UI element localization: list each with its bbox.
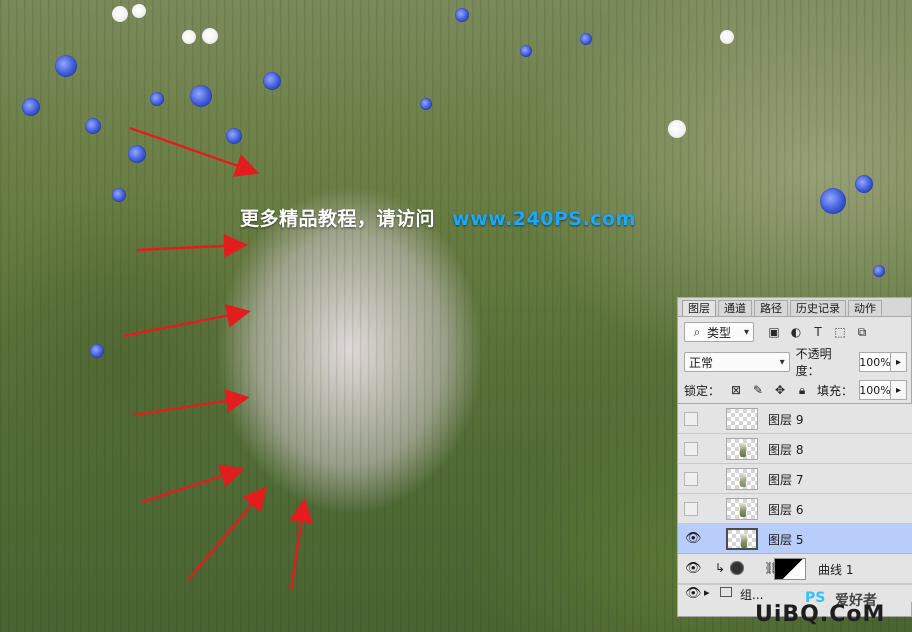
folder-icon xyxy=(720,587,732,597)
layer-name: 图层 8 xyxy=(768,443,804,457)
search-icon: ⌕ xyxy=(693,325,701,339)
chevron-down-icon: ▾ xyxy=(779,356,785,368)
layer-row-selected[interactable]: 👁︎ 图层 5 xyxy=(678,524,912,554)
layer-thumbnail xyxy=(726,438,758,460)
opacity-label: 不透明度： xyxy=(795,347,832,378)
layer-filter-row: ⌕ 类型 ▾ ▣ ◐ T ⬚ ⧉ xyxy=(678,317,912,347)
tab-paths[interactable]: 路径 xyxy=(754,300,788,316)
blend-mode-value: 正常 xyxy=(689,355,714,370)
layers-list: 图层 9 图层 8 图层 7 图层 6 👁︎ 图层 5 👁︎ ↳ ⛓︎ 曲线 1… xyxy=(678,403,912,618)
opacity-field[interactable]: 100% xyxy=(859,352,891,372)
cornflower xyxy=(580,33,592,45)
lock-image-icon[interactable]: ✎ xyxy=(750,382,766,398)
tab-history[interactable]: 历史记录 xyxy=(790,300,846,316)
layer-thumbnail xyxy=(726,468,758,490)
cornflower xyxy=(873,265,885,277)
fill-control[interactable]: 100% ▸ xyxy=(859,380,907,400)
eye-icon[interactable]: 👁︎ xyxy=(685,561,702,577)
white-flower xyxy=(132,4,146,18)
layer-name: 曲线 1 xyxy=(818,563,854,577)
fill-field[interactable]: 100% xyxy=(859,380,891,400)
white-flower xyxy=(202,28,218,44)
watermark-text: 更多精品教程，请访问 xyxy=(240,208,436,230)
visibility-toggle[interactable] xyxy=(684,472,698,486)
visibility-toggle[interactable] xyxy=(684,412,698,426)
white-flower xyxy=(182,30,196,44)
white-flower xyxy=(112,6,128,22)
layer-name: 图层 5 xyxy=(768,533,804,547)
opacity-control[interactable]: 100% ▸ xyxy=(859,352,907,372)
curves-icon xyxy=(730,561,744,575)
clipping-icon: ↳ xyxy=(715,561,726,575)
expand-arrow-icon[interactable]: ▸ xyxy=(704,586,710,599)
cornflower xyxy=(112,188,126,202)
cornflower xyxy=(90,344,104,358)
layer-thumbnail xyxy=(726,528,758,550)
layer-filter-select[interactable]: ⌕ 类型 ▾ xyxy=(684,322,754,342)
layer-row[interactable]: 图层 6 xyxy=(678,494,912,524)
layer-filter-label: 类型 xyxy=(707,325,732,340)
tab-layers[interactable]: 图层 xyxy=(682,300,716,316)
layer-thumbnail xyxy=(726,408,758,430)
image-filter-icon[interactable]: ▣ xyxy=(766,324,782,340)
lock-label: 锁定： xyxy=(684,383,721,398)
cornflower xyxy=(520,45,532,57)
lock-all-icon[interactable]: 🔒︎ xyxy=(794,382,810,398)
layer-row[interactable]: 图层 8 xyxy=(678,434,912,464)
eye-icon[interactable]: 👁︎ xyxy=(685,586,702,602)
panel-tabs: 图层 通道 路径 历史记录 动作 xyxy=(678,298,911,317)
lock-position-icon[interactable]: ✥ xyxy=(772,382,788,398)
lock-fill-row: 锁定： ⊠ ✎ ✥ 🔒︎ 填充： 100% ▸ xyxy=(678,377,912,403)
layer-name: 图层 9 xyxy=(768,413,804,427)
cornflower xyxy=(855,175,873,193)
layer-thumbnail xyxy=(726,498,758,520)
watermark-url: www.240PS.com xyxy=(452,208,636,230)
smart-object-filter-icon[interactable]: ⧉ xyxy=(854,324,870,340)
fill-label: 填充： xyxy=(816,383,853,398)
cornflower xyxy=(55,55,77,77)
tab-actions[interactable]: 动作 xyxy=(848,300,882,316)
visibility-toggle[interactable] xyxy=(684,442,698,456)
cornflower xyxy=(128,145,146,163)
white-flower xyxy=(720,30,734,44)
cornflower xyxy=(820,188,846,214)
layer-row[interactable]: 图层 9 xyxy=(678,404,912,434)
mask-thumbnail xyxy=(774,558,806,580)
thumb-figure xyxy=(740,503,746,517)
opacity-dropdown-icon[interactable]: ▸ xyxy=(891,352,907,372)
site-logo-brand: UiBQ.CoM xyxy=(755,602,886,627)
white-flower xyxy=(668,120,686,138)
fill-dropdown-icon[interactable]: ▸ xyxy=(891,380,907,400)
site-logo: PS 爱好者 UiBQ.CoM xyxy=(755,590,912,630)
thumb-figure xyxy=(740,443,746,457)
shape-filter-icon[interactable]: ⬚ xyxy=(832,324,848,340)
visibility-toggle[interactable] xyxy=(684,502,698,516)
cornflower xyxy=(420,98,432,110)
layer-row[interactable]: 图层 7 xyxy=(678,464,912,494)
cornflower xyxy=(190,85,212,107)
chevron-down-icon: ▾ xyxy=(743,326,749,338)
layer-name: 图层 7 xyxy=(768,473,804,487)
adjustment-layer-row[interactable]: 👁︎ ↳ ⛓︎ 曲线 1 xyxy=(678,554,912,584)
cornflower xyxy=(263,72,281,90)
cornflower xyxy=(22,98,40,116)
lock-transparency-icon[interactable]: ⊠ xyxy=(728,382,744,398)
tab-channels[interactable]: 通道 xyxy=(718,300,752,316)
layers-panel: 图层 通道 路径 历史记录 动作 ⌕ 类型 ▾ ▣ ◐ T ⬚ ⧉ 正常 ▾ 不… xyxy=(677,297,912,617)
thumb-figure xyxy=(740,473,746,487)
adjustment-filter-icon[interactable]: ◐ xyxy=(788,324,804,340)
cornflower xyxy=(150,92,164,106)
watermark: 更多精品教程，请访问 www.240PS.com xyxy=(240,204,700,232)
cornflower xyxy=(85,118,101,134)
layer-name: 图层 6 xyxy=(768,503,804,517)
blend-mode-select[interactable]: 正常 ▾ xyxy=(684,352,790,372)
blend-opacity-row: 正常 ▾ 不透明度： 100% ▸ xyxy=(678,347,912,378)
cornflower xyxy=(226,128,242,144)
text-filter-icon[interactable]: T xyxy=(810,324,826,340)
thumb-figure xyxy=(741,534,747,548)
eye-icon[interactable]: 👁︎ xyxy=(685,531,702,547)
cornflower xyxy=(455,8,469,22)
layer-filter-icons: ▣ ◐ T ⬚ ⧉ xyxy=(766,324,870,340)
